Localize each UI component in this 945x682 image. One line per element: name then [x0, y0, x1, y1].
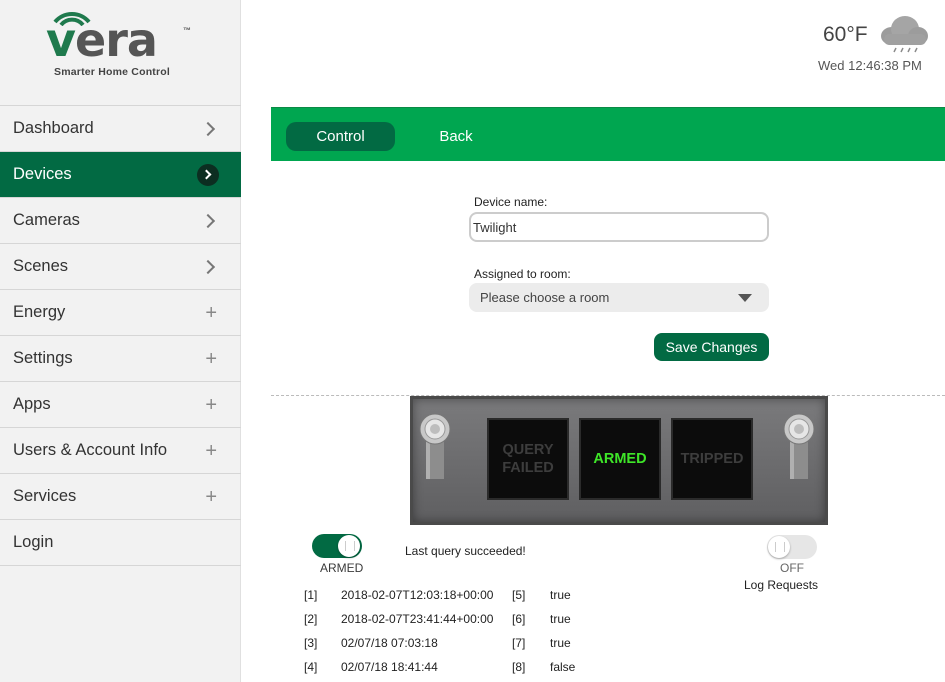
tab-control[interactable]: Control [286, 122, 395, 151]
sidebar-item-settings[interactable]: Settings + [0, 336, 241, 382]
variable-index: [4] [304, 660, 318, 674]
screw-right-icon [783, 413, 815, 479]
sidebar-item-label: Devices [13, 165, 72, 183]
toggle-knob [768, 536, 790, 558]
status-text: Last query succeeded! [405, 544, 526, 558]
room-select-value: Please choose a room [480, 290, 610, 305]
plus-icon: + [205, 485, 217, 508]
sidebar-nav: Dashboard Devices Cameras Scenes Energy +… [0, 105, 241, 566]
sidebar-item-label: Login [13, 533, 54, 551]
sidebar-item-dashboard[interactable]: Dashboard [0, 106, 241, 152]
chevron-right-icon [200, 213, 216, 228]
sidebar-item-label: Dashboard [13, 119, 94, 137]
sidebar-item-users-account[interactable]: Users & Account Info + [0, 428, 241, 474]
logo-trademark: ™ [183, 26, 191, 35]
sidebar-item-login[interactable]: Login [0, 520, 241, 566]
log-state-label: OFF [780, 561, 804, 575]
lamp-tripped: TRIPPED [671, 418, 753, 500]
variable-value: true [550, 588, 571, 602]
sidebar-item-scenes[interactable]: Scenes [0, 244, 241, 290]
variable-value: 02/07/18 18:41:44 [341, 660, 438, 674]
variable-index: [3] [304, 636, 318, 650]
device-tab-bar: Control Back [271, 107, 945, 161]
variable-index: [8] [512, 660, 526, 674]
plus-icon: + [205, 439, 217, 462]
device-name-field[interactable] [469, 212, 769, 242]
weather-temperature: 60°F [823, 23, 868, 46]
back-button[interactable]: Back [406, 122, 506, 151]
chevron-right-icon [200, 121, 216, 136]
logo-wordmark: vera [46, 13, 158, 67]
sidebar-item-energy[interactable]: Energy + [0, 290, 241, 336]
chevron-right-circle-icon [197, 163, 219, 186]
status-panel: QUERY FAILED ARMED TRIPPED [410, 396, 828, 525]
sidebar-item-label: Settings [13, 349, 73, 367]
vera-logo[interactable]: vera ™ Smarter Home Control [0, 0, 241, 105]
sidebar-item-apps[interactable]: Apps + [0, 382, 241, 428]
plus-icon: + [205, 393, 217, 416]
log-requests-label: Log Requests [744, 578, 819, 592]
logo-tagline: Smarter Home Control [54, 66, 171, 78]
rain-cloud-icon [881, 16, 928, 53]
sidebar-item-cameras[interactable]: Cameras [0, 198, 241, 244]
variable-value: true [550, 636, 571, 650]
sidebar: vera ™ Smarter Home Control Dashboard De… [0, 0, 241, 682]
sidebar-item-label: Energy [13, 303, 66, 321]
variable-value: true [550, 612, 571, 626]
date-time: Wed 12:46:38 PM [818, 58, 922, 73]
variable-index: [2] [304, 612, 318, 626]
variable-index: [1] [304, 588, 318, 602]
chevron-right-icon [200, 259, 216, 274]
sidebar-item-label: Services [13, 487, 77, 505]
save-changes-button[interactable]: Save Changes [654, 333, 769, 361]
plus-icon: + [205, 347, 217, 370]
room-select[interactable]: Please choose a room [469, 283, 769, 312]
armed-toggle[interactable] [312, 534, 362, 558]
sidebar-item-label: Apps [13, 395, 51, 413]
sidebar-item-devices[interactable]: Devices [0, 152, 241, 198]
sidebar-item-services[interactable]: Services + [0, 474, 241, 520]
sidebar-item-label: Users & Account Info [13, 441, 168, 459]
screw-left-icon [419, 413, 451, 479]
lamp-query-failed: QUERY FAILED [487, 418, 569, 500]
toggle-knob [338, 535, 360, 557]
device-name-label: Device name: [474, 195, 548, 209]
room-label: Assigned to room: [474, 267, 571, 281]
caret-down-icon [738, 294, 752, 302]
variable-value: 2018-02-07T23:41:44+00:00 [341, 612, 494, 626]
sidebar-item-label: Cameras [13, 211, 80, 229]
log-requests-toggle[interactable] [767, 535, 817, 559]
armed-label: ARMED [320, 561, 364, 575]
variable-value: false [550, 660, 576, 674]
plus-icon: + [205, 301, 217, 324]
variable-index: [6] [512, 612, 526, 626]
variable-index: [7] [512, 636, 526, 650]
lamp-armed: ARMED [579, 418, 661, 500]
variable-value: 02/07/18 07:03:18 [341, 636, 438, 650]
variable-index: [5] [512, 588, 526, 602]
sidebar-item-label: Scenes [13, 257, 69, 275]
variable-value: 2018-02-07T12:03:18+00:00 [341, 588, 494, 602]
